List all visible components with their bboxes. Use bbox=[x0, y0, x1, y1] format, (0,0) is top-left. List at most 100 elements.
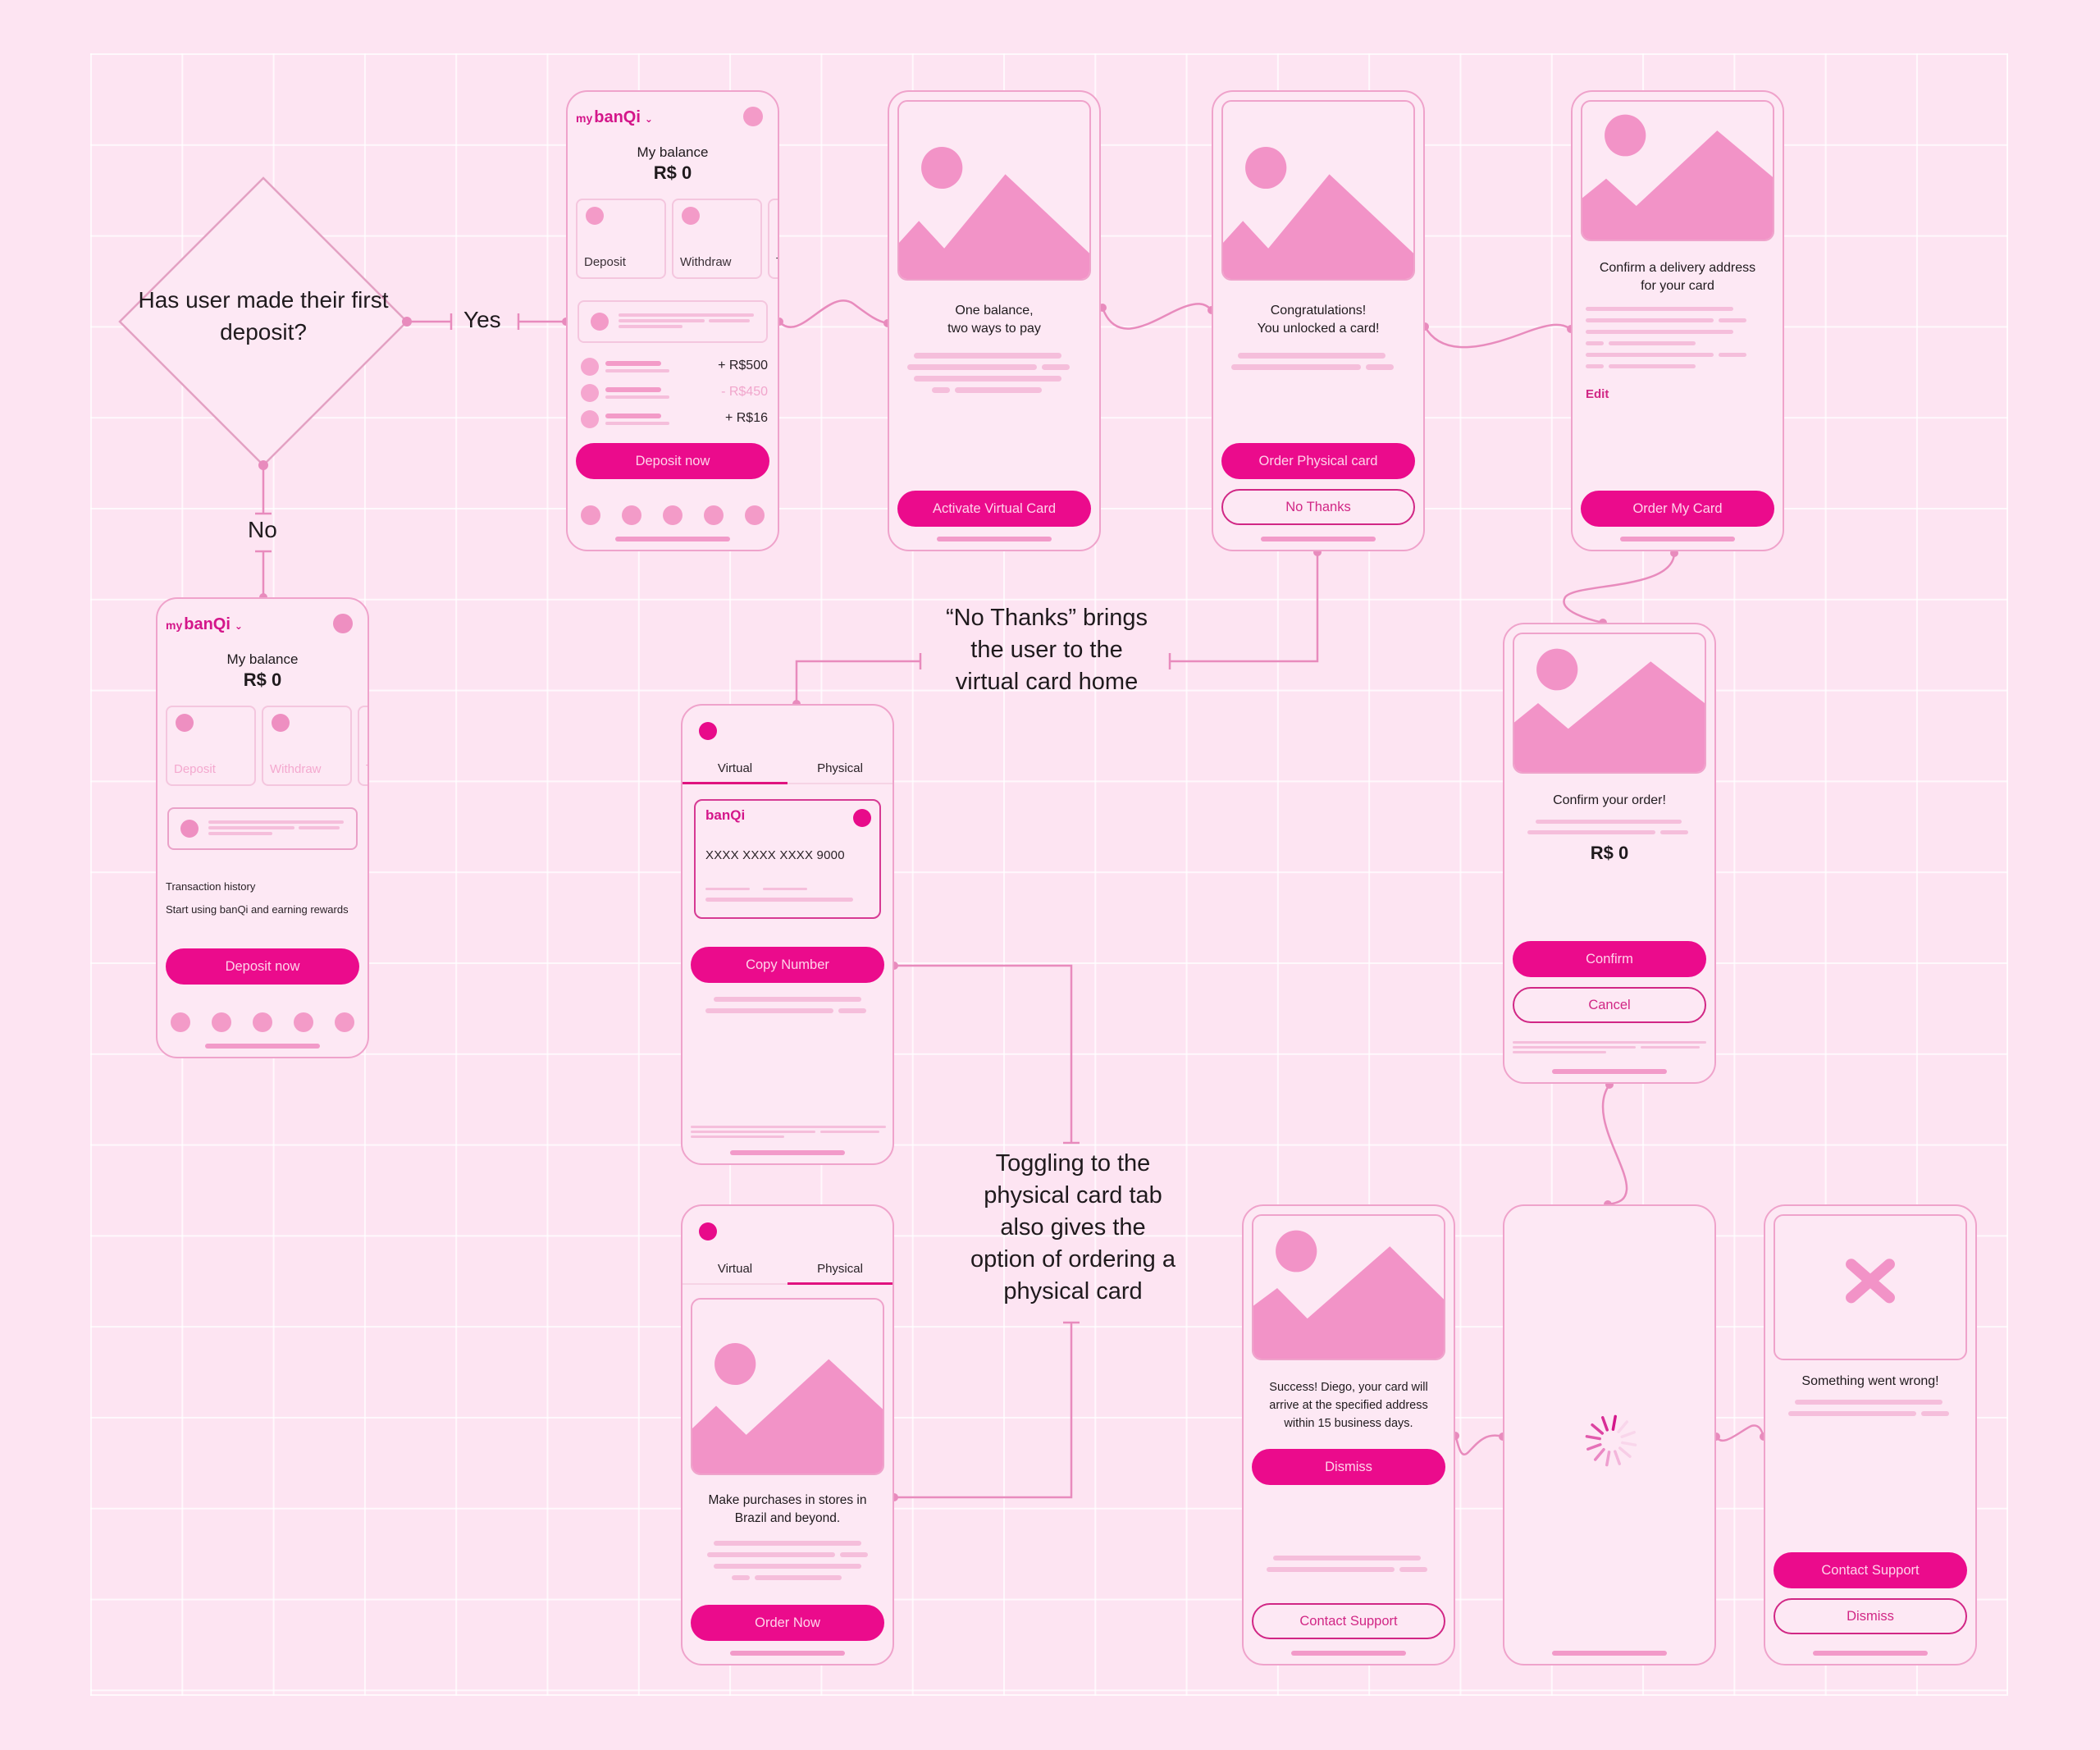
home-indicator bbox=[1620, 537, 1735, 541]
transaction-row[interactable]: + R$500 bbox=[579, 358, 768, 377]
promo-banner[interactable] bbox=[578, 300, 768, 343]
screen-error: Something went wrong! Contact Support Di… bbox=[1764, 1204, 1977, 1665]
dismiss-button[interactable]: Dismiss bbox=[1774, 1598, 1967, 1634]
home-indicator bbox=[1813, 1651, 1928, 1656]
brand-logo[interactable]: my banQi ⌄ bbox=[166, 615, 243, 634]
order-physical-card-button[interactable]: Order Physical card bbox=[1221, 443, 1415, 479]
screen-order-success: Success! Diego, your card will arrive at… bbox=[1242, 1204, 1455, 1665]
transfer-icon bbox=[778, 207, 779, 225]
image-placeholder-icon bbox=[1514, 648, 1705, 772]
yes-label: Yes bbox=[463, 307, 501, 332]
cancel-button[interactable]: Cancel bbox=[1513, 987, 1706, 1023]
home-indicator bbox=[1552, 1651, 1667, 1656]
close-icon bbox=[1846, 1259, 1895, 1304]
home-icon[interactable] bbox=[581, 505, 600, 525]
transaction-icon bbox=[581, 384, 599, 402]
spinner-spoke bbox=[1593, 1447, 1605, 1461]
balance-label: My balance bbox=[226, 651, 299, 667]
home-indicator bbox=[205, 1044, 320, 1049]
transaction-row[interactable]: + R$16 bbox=[579, 410, 768, 430]
tab-physical[interactable]: Physical bbox=[788, 1255, 892, 1285]
card-number: XXXX XXXX XXXX 9000 bbox=[705, 848, 845, 862]
order-now-button[interactable]: Order Now bbox=[691, 1605, 884, 1641]
spinner-spoke bbox=[1591, 1423, 1605, 1435]
confirm-button[interactable]: Confirm bbox=[1513, 941, 1706, 977]
edit-address-link[interactable]: Edit bbox=[1586, 387, 1609, 401]
pay-icon[interactable] bbox=[663, 505, 682, 525]
transaction-row[interactable]: - R$450 bbox=[579, 384, 768, 404]
home-indicator bbox=[615, 537, 730, 541]
copy-number-button[interactable]: Copy Number bbox=[691, 947, 884, 983]
tab-virtual[interactable]: Virtual bbox=[682, 1255, 788, 1283]
confirm-caption: Confirm your order! bbox=[1553, 793, 1666, 807]
balance-value: R$ 0 bbox=[653, 162, 692, 183]
annotation-toggle: Toggling to the physical card tab also g… bbox=[970, 1150, 1176, 1305]
hero-image bbox=[1221, 100, 1415, 281]
deposit-tile[interactable]: Deposit bbox=[166, 706, 256, 786]
no-thanks-button[interactable]: No Thanks bbox=[1221, 489, 1415, 525]
transfer-tile[interactable]: T bbox=[768, 199, 779, 279]
card-tabs: Virtual Physical bbox=[682, 1255, 892, 1285]
screen-physical-card-tab: Virtual Physical Make purchases in store… bbox=[681, 1204, 894, 1665]
tab-virtual[interactable]: Virtual bbox=[682, 755, 788, 784]
chevron-down-icon: ⌄ bbox=[234, 620, 243, 632]
spinner-spoke bbox=[1614, 1450, 1622, 1465]
avatar[interactable] bbox=[333, 614, 353, 633]
spinner-spoke bbox=[1585, 1435, 1601, 1441]
decision-question: Has user made their first deposit? bbox=[138, 287, 389, 345]
transaction-history-empty: Start using banQi and earning rewards bbox=[166, 903, 349, 916]
deposit-tile[interactable]: Deposit bbox=[576, 199, 666, 279]
home-indicator bbox=[730, 1150, 845, 1155]
card-brand: banQi bbox=[705, 807, 746, 823]
withdraw-tile[interactable]: Withdraw bbox=[262, 706, 352, 786]
back-icon[interactable] bbox=[699, 722, 717, 740]
home-indicator bbox=[937, 537, 1052, 541]
withdraw-tile[interactable]: Withdraw bbox=[672, 199, 762, 279]
activate-virtual-card-button[interactable]: Activate Virtual Card bbox=[897, 491, 1091, 527]
rewards-icon[interactable] bbox=[704, 505, 724, 525]
balance-label: My balance bbox=[637, 144, 709, 160]
card-icon[interactable] bbox=[212, 1012, 231, 1032]
contact-support-button[interactable]: Contact Support bbox=[1774, 1552, 1967, 1588]
promo-icon bbox=[591, 313, 609, 331]
order-price: R$ 0 bbox=[1590, 843, 1629, 863]
rewards-icon[interactable] bbox=[294, 1012, 313, 1032]
hero-image bbox=[1252, 1214, 1445, 1360]
screen-loading bbox=[1503, 1204, 1716, 1665]
spinner-spoke bbox=[1605, 1451, 1611, 1467]
tab-physical[interactable]: Physical bbox=[788, 755, 892, 783]
virtual-card: banQi XXXX XXXX XXXX 9000 bbox=[694, 799, 881, 919]
image-placeholder-icon bbox=[1253, 1230, 1444, 1359]
pay-icon[interactable] bbox=[253, 1012, 272, 1032]
physical-caption: Make purchases in stores in Brazil and b… bbox=[708, 1493, 867, 1525]
card-icon[interactable] bbox=[622, 505, 641, 525]
spinner-spoke bbox=[1621, 1441, 1637, 1446]
address-caption: Confirm a delivery address for your card bbox=[1599, 261, 1756, 293]
order-my-card-button[interactable]: Order My Card bbox=[1581, 491, 1774, 527]
transfer-tile[interactable]: T bbox=[358, 706, 369, 786]
bottom-nav bbox=[171, 1012, 354, 1032]
deposit-now-button[interactable]: Deposit now bbox=[166, 948, 359, 985]
brand-logo[interactable]: my banQi ⌄ bbox=[576, 108, 653, 127]
deposit-now-button[interactable]: Deposit now bbox=[576, 443, 769, 479]
profile-icon[interactable] bbox=[745, 505, 765, 525]
screen-confirm-order: Confirm your order! R$ 0 Confirm Cancel bbox=[1503, 623, 1716, 1084]
home-indicator bbox=[1261, 537, 1376, 541]
home-icon[interactable] bbox=[171, 1012, 190, 1032]
profile-icon[interactable] bbox=[335, 1012, 354, 1032]
withdraw-icon bbox=[682, 207, 700, 225]
home-indicator bbox=[1291, 1651, 1406, 1656]
back-icon[interactable] bbox=[699, 1222, 717, 1241]
image-placeholder-icon bbox=[1582, 114, 1773, 240]
card-tabs: Virtual Physical bbox=[682, 755, 892, 784]
deposit-icon bbox=[586, 207, 604, 225]
hero-image bbox=[1513, 633, 1706, 774]
promo-banner[interactable] bbox=[167, 807, 358, 850]
image-placeholder-icon bbox=[899, 146, 1089, 279]
contact-support-button[interactable]: Contact Support bbox=[1252, 1603, 1445, 1639]
transfer-icon bbox=[368, 714, 369, 732]
avatar[interactable] bbox=[743, 107, 763, 126]
screen-virtual-card-home: Virtual Physical banQi XXXX XXXX XXXX 90… bbox=[681, 704, 894, 1165]
error-image bbox=[1774, 1214, 1967, 1360]
dismiss-button[interactable]: Dismiss bbox=[1252, 1449, 1445, 1485]
